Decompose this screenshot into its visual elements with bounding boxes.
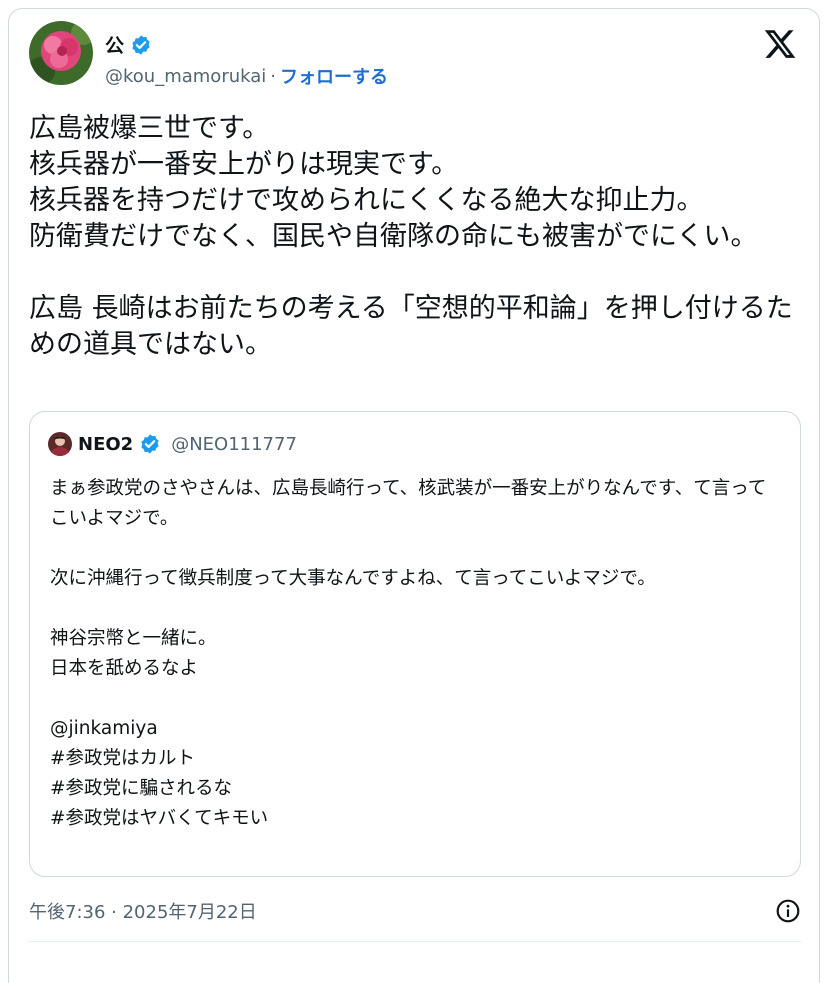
author-handle[interactable]: @kou_mamorukai	[105, 66, 266, 87]
quoted-verified-badge-icon	[139, 433, 161, 455]
tweet-header: 公 @kou_mamorukai · フォローする	[29, 21, 801, 93]
x-logo-icon[interactable]	[763, 27, 797, 61]
follow-button[interactable]: フォローする	[280, 63, 388, 89]
handle-separator: ·	[270, 65, 276, 87]
quoted-tweet[interactable]: NEO2 @NEO111777 まぁ参政党のさやさんは、広島長崎行って、核武装が…	[29, 411, 801, 877]
author-display-name[interactable]: 公	[105, 31, 124, 58]
info-icon[interactable]	[775, 898, 801, 924]
tweet-timestamp[interactable]: 午後7:36 · 2025年7月22日	[29, 898, 257, 924]
author-avatar[interactable]	[29, 21, 93, 85]
quoted-author-handle: @NEO111777	[171, 433, 297, 455]
tweet-card: 公 @kou_mamorukai · フォローする 広島被爆三世です。 核兵器が…	[8, 8, 820, 983]
quoted-author-name: NEO2	[78, 433, 134, 455]
quoted-tweet-text: まぁ参政党のさやさんは、広島長崎行って、核武装が一番安上がりなんです、て言ってこ…	[50, 478, 767, 829]
footer-divider	[29, 941, 801, 942]
tweet-text: 広島被爆三世です。 核兵器が一番安上がりは現実です。 核兵器を持つだけで攻められ…	[29, 113, 793, 360]
verified-badge-icon	[130, 34, 152, 56]
quoted-author-avatar	[48, 432, 72, 456]
tweet-footer: 午後7:36 · 2025年7月22日	[29, 891, 801, 931]
